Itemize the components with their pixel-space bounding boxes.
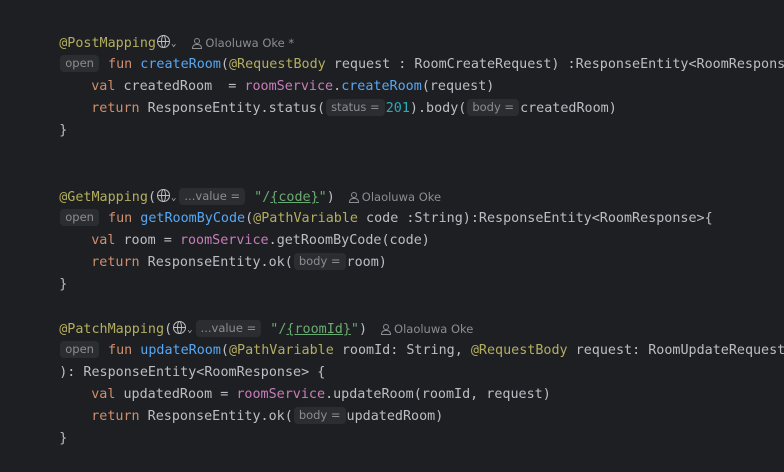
code-line[interactable]: @PatchMapping(⌄ ...value = "/{roomId}") Ol… <box>27 296 473 337</box>
code-text: ( <box>317 101 326 116</box>
code-line[interactable]: val updatedRoom = roomService.updateRoom… <box>59 362 551 402</box>
code-text: ( <box>458 101 467 116</box>
code-text: createdRoom) <box>520 101 617 116</box>
code-text: ResponseEntity. <box>139 255 269 270</box>
param-hint: status = <box>326 99 385 116</box>
code-text: ResponseEntity. <box>139 409 269 424</box>
code-text: ). <box>409 101 427 116</box>
code-text: updatedRoom) <box>346 409 444 424</box>
code-text: status <box>268 101 317 116</box>
keyword: return <box>91 409 140 424</box>
annotation: @RequestBody <box>470 343 568 358</box>
code-line[interactable]: open fun getRoomByCode(@PathVariable cod… <box>27 186 713 226</box>
code-text: body <box>426 101 459 116</box>
code-line[interactable]: return ResponseEntity.ok(body = updatedRo… <box>59 384 443 424</box>
code-text: ( <box>284 409 293 424</box>
param-hint: body = <box>293 253 346 270</box>
code-line[interactable]: } <box>27 252 67 292</box>
code-text: request: RoomUpdateRequest <box>567 343 784 358</box>
code-text: ( <box>284 255 293 270</box>
code-text: ok <box>268 409 285 424</box>
code-text: room) <box>346 255 387 270</box>
code-text: roomId: String, <box>333 343 471 358</box>
param-hint: body = <box>293 407 346 424</box>
code-text: ResponseEntity. <box>139 101 269 116</box>
number-literal: 201 <box>385 101 410 116</box>
keyword: return <box>91 255 140 270</box>
code-line[interactable]: return ResponseEntity.status(status = 201… <box>59 76 617 116</box>
closing-brace: } <box>59 123 68 138</box>
code-line[interactable]: val createdRoom = roomService.createRoom… <box>59 54 494 94</box>
code-line[interactable]: open fun createRoom(@RequestBody request… <box>27 32 784 72</box>
param-hint: body = <box>467 99 520 116</box>
code-line[interactable]: ): ResponseEntity<RoomResponse> { <box>27 340 325 380</box>
code-line[interactable]: } <box>27 98 67 138</box>
code-line[interactable]: } <box>27 406 67 446</box>
code-line[interactable]: return ResponseEntity.ok(body = room) <box>59 230 387 270</box>
closing-brace: } <box>59 431 68 446</box>
code-text: ok <box>268 255 285 270</box>
code-line[interactable]: open fun updateRoom(@PathVariable roomId… <box>27 318 784 358</box>
closing-brace: } <box>59 277 68 292</box>
code-text: (code) <box>381 233 430 248</box>
keyword: return <box>91 101 140 116</box>
code-line[interactable]: @GetMapping(⌄ ...value = "/{code}") Olaolu… <box>27 164 441 205</box>
code-line[interactable]: @PostMapping ⌄ Olaoluwa Oke * <box>27 10 294 51</box>
code-editor[interactable]: @PostMapping ⌄ Olaoluwa Oke * open fun cre… <box>0 0 784 446</box>
code-line[interactable]: val room = roomService.getRoomByCode(cod… <box>59 208 430 248</box>
